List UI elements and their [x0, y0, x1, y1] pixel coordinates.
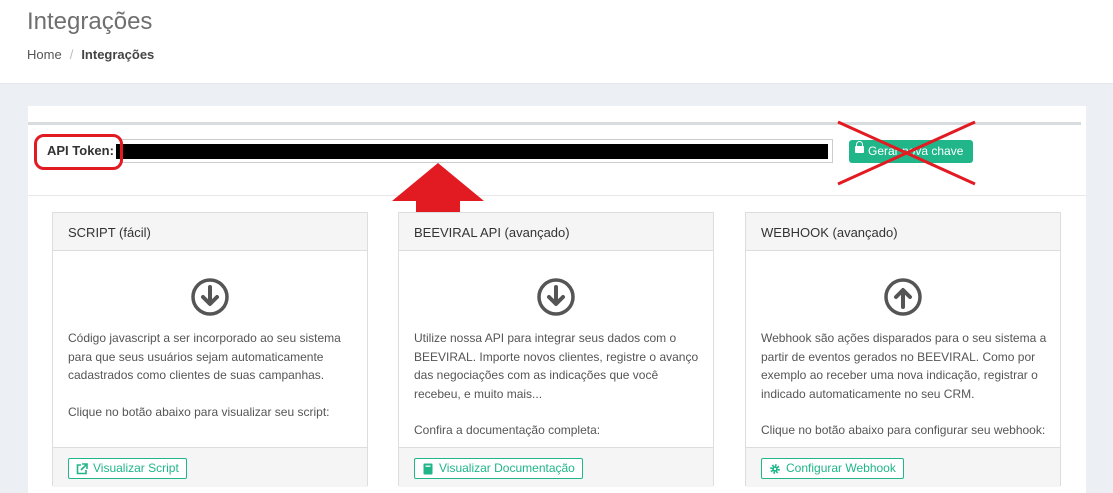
card-paragraph: Webhook são ações disparados para o seu … [761, 331, 1047, 401]
card-paragraph: Clique no botão abaixo para configurar s… [761, 423, 1046, 437]
card-title: SCRIPT (fácil) [53, 213, 367, 251]
card-paragraph: Código javascript a ser incorporado ao s… [68, 331, 341, 382]
card-beeviral-api: BEEVIRAL API (avançado) Utilize nossa AP… [398, 212, 714, 487]
card-footer: Visualizar Script [53, 447, 367, 487]
view-script-label: Visualizar Script [93, 461, 179, 475]
configure-webhook-button[interactable]: Configurar Webhook [761, 458, 904, 479]
card-description: Webhook são ações disparados para o seu … [761, 329, 1051, 440]
token-redaction-bar [116, 144, 828, 159]
card-footer: Configurar Webhook [746, 447, 1060, 487]
integrations-panel: API Token: Gerar nova chave SCRIPT (fáci… [28, 106, 1086, 493]
breadcrumb: Home / Integrações [27, 47, 154, 62]
annotation-highlight-circle [34, 134, 123, 170]
card-description: Código javascript a ser incorporado ao s… [68, 329, 358, 421]
view-script-button[interactable]: Visualizar Script [68, 458, 187, 479]
card-title: BEEVIRAL API (avançado) [399, 213, 713, 251]
card-footer: Visualizar Documentação [399, 447, 713, 487]
external-link-icon [76, 463, 88, 475]
breadcrumb-separator: / [69, 47, 74, 62]
card-description: Utilize nossa API para integrar seus dad… [414, 329, 704, 440]
card-title: WEBHOOK (avançado) [746, 213, 1060, 251]
book-icon [423, 463, 433, 475]
card-paragraph: Confira a documentação completa: [414, 423, 601, 437]
configure-webhook-label: Configurar Webhook [786, 461, 896, 475]
annotation-cross-icon [837, 120, 976, 186]
arrow-circle-down-icon [191, 278, 229, 316]
gear-icon [770, 464, 780, 474]
card-webhook: WEBHOOK (avançado) Webhook são ações dis… [745, 212, 1061, 487]
breadcrumb-current: Integrações [81, 47, 155, 62]
card-paragraph: Utilize nossa API para integrar seus dad… [414, 331, 699, 401]
card-script: SCRIPT (fácil) Código javascript a ser i… [52, 212, 368, 487]
view-documentation-label: Visualizar Documentação [439, 461, 575, 475]
page-header: Integrações Home / Integrações [0, 0, 1113, 84]
card-paragraph: Clique no botão abaixo para visualizar s… [68, 404, 330, 419]
view-documentation-button[interactable]: Visualizar Documentação [414, 458, 583, 479]
page-title: Integrações [27, 8, 153, 35]
arrow-circle-down-icon [537, 278, 575, 316]
arrow-circle-up-icon [884, 278, 922, 316]
breadcrumb-home[interactable]: Home [27, 47, 62, 62]
